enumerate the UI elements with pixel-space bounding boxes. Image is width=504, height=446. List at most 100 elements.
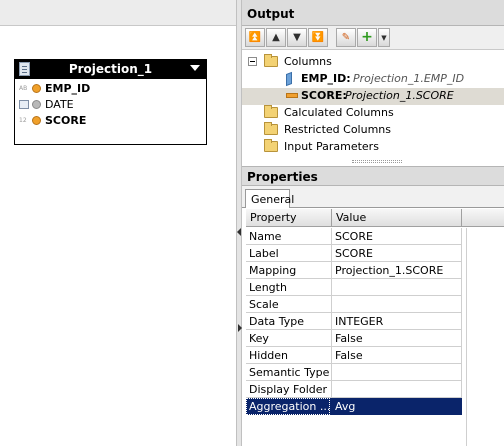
property-value-cell[interactable] xyxy=(332,364,462,381)
property-name-cell[interactable]: Label xyxy=(246,245,332,262)
tree-item-emp-id[interactable]: EMP_ID: Projection_1.EMP_ID xyxy=(242,71,504,88)
property-value-cell[interactable]: False xyxy=(332,330,462,347)
properties-tab-strip: General xyxy=(242,186,504,208)
property-name-cell[interactable]: Hidden xyxy=(246,347,332,364)
property-name-cell[interactable]: Data Type xyxy=(246,313,332,330)
property-value: False xyxy=(335,349,363,362)
property-name: Name xyxy=(249,230,282,243)
property-name-cell[interactable]: Mapping xyxy=(246,262,332,279)
output-tree[interactable]: Columns EMP_ID: Projection_1.EMP_ID SCOR… xyxy=(242,52,504,162)
property-name-cell[interactable]: Semantic Type xyxy=(246,364,332,381)
property-row[interactable]: Name SCORE xyxy=(246,228,462,245)
tab-label: General xyxy=(251,193,295,206)
column-header-label: Value xyxy=(336,211,367,224)
column-name: EMP_ID: xyxy=(301,72,351,85)
node-column-row[interactable]: AB EMP_ID xyxy=(19,81,204,97)
tree-item-restricted-columns[interactable]: Restricted Columns xyxy=(242,122,504,139)
property-value-cell[interactable]: INTEGER xyxy=(332,313,462,330)
property-value: Avg xyxy=(335,400,356,413)
property-row[interactable]: Scale xyxy=(246,296,462,313)
node-column-row[interactable]: DATE xyxy=(19,97,204,113)
property-value-cell[interactable]: Projection_1.SCORE xyxy=(332,262,462,279)
tab-general[interactable]: General xyxy=(245,189,294,208)
property-name-cell[interactable]: Key xyxy=(246,330,332,347)
folder-icon xyxy=(264,122,278,135)
collapse-icon[interactable] xyxy=(248,57,257,66)
property-row[interactable]: Length xyxy=(246,279,462,296)
property-row[interactable]: Data Type INTEGER xyxy=(246,313,462,330)
property-row[interactable]: Semantic Type xyxy=(246,364,462,381)
chevron-down-icon[interactable] xyxy=(190,65,200,71)
grid-right-border xyxy=(466,228,467,446)
property-row[interactable]: Key False xyxy=(246,330,462,347)
folder-icon xyxy=(264,139,278,152)
property-row[interactable]: Hidden False xyxy=(246,347,462,364)
tree-item-calculated-columns[interactable]: Calculated Columns xyxy=(242,105,504,122)
edit-button[interactable]: ✎ xyxy=(336,28,356,47)
property-name: Hidden xyxy=(249,349,289,362)
output-panel-title: Output xyxy=(247,7,295,21)
focus-rectangle xyxy=(246,398,330,415)
property-value-cell[interactable]: False xyxy=(332,347,462,364)
chevron-down-icon: ▼ xyxy=(381,34,387,42)
pencil-icon: ✎ xyxy=(341,32,351,43)
add-dropdown-button[interactable]: ▼ xyxy=(378,28,390,47)
move-down-button[interactable]: ▼ xyxy=(287,28,307,47)
property-value: INTEGER xyxy=(335,315,384,328)
arrow-up-icon: ▲ xyxy=(272,32,280,43)
node-column-label: DATE xyxy=(45,98,74,111)
column-header-filler xyxy=(462,209,504,227)
property-name-cell[interactable]: Scale xyxy=(246,296,332,313)
attribute-bullet-icon xyxy=(32,100,41,109)
panel-resize-grip[interactable] xyxy=(352,160,402,163)
property-name-cell[interactable]: Display Folder xyxy=(246,381,332,398)
collapse-left-icon[interactable] xyxy=(237,228,241,236)
output-panel: Output ⏫ ▲ ▼ ⏬ ✎ + ▼ Columns EMP_ID: Pro… xyxy=(242,0,504,166)
property-value-cell[interactable]: SCORE xyxy=(332,228,462,245)
property-row[interactable]: Display Folder xyxy=(246,381,462,398)
properties-grid[interactable]: Property Value Name SCORE Label SCORE Mappin… xyxy=(246,209,504,446)
tree-item-input-parameters[interactable]: Input Parameters xyxy=(242,139,504,156)
tree-item-columns[interactable]: Columns xyxy=(242,54,504,71)
output-toolbar: ⏫ ▲ ▼ ⏬ ✎ + ▼ xyxy=(242,26,504,50)
column-header-value[interactable]: Value xyxy=(332,209,462,227)
property-name-cell[interactable]: Length xyxy=(246,279,332,296)
type-indicator: AB xyxy=(19,85,28,92)
projection-node-header[interactable]: Projection_1 xyxy=(15,60,206,79)
projection-node[interactable]: Projection_1 AB EMP_ID DATE 12 SCORE xyxy=(14,59,207,145)
property-name-cell[interactable]: Name xyxy=(246,228,332,245)
column-name: SCORE: xyxy=(301,89,347,102)
property-value-cell[interactable] xyxy=(332,279,462,296)
property-value: False xyxy=(335,332,363,345)
node-column-row[interactable]: 12 SCORE xyxy=(19,113,204,129)
add-button[interactable]: + xyxy=(357,28,377,47)
move-up-button[interactable]: ▲ xyxy=(266,28,286,47)
folder-open-icon xyxy=(264,54,278,67)
move-top-button[interactable]: ⏫ xyxy=(245,28,265,47)
folder-icon xyxy=(264,105,278,118)
tree-item-score[interactable]: SCORE: Projection_1.SCORE xyxy=(242,88,504,105)
property-value-cell[interactable] xyxy=(332,381,462,398)
property-row[interactable]: Label SCORE xyxy=(246,245,462,262)
move-bottom-button[interactable]: ⏬ xyxy=(308,28,328,47)
properties-panel-title: Properties xyxy=(247,170,318,184)
canvas-header-bar xyxy=(0,0,236,26)
property-value-cell[interactable]: Avg xyxy=(332,398,462,415)
property-value-cell[interactable] xyxy=(332,296,462,313)
type-indicator: 12 xyxy=(19,117,27,124)
editor-canvas[interactable]: Projection_1 AB EMP_ID DATE 12 SCORE xyxy=(0,0,236,446)
calendar-icon xyxy=(19,100,29,109)
column-header-property[interactable]: Property xyxy=(246,209,332,227)
property-row[interactable]: Aggregation ... Avg xyxy=(246,398,462,415)
property-name: Label xyxy=(249,247,279,260)
tree-item-label: Columns xyxy=(284,55,332,68)
properties-title-bar: Properties xyxy=(242,166,504,186)
property-row[interactable]: Mapping Projection_1.SCORE xyxy=(246,262,462,279)
property-name: Scale xyxy=(249,298,279,311)
measure-icon xyxy=(286,93,298,98)
arrow-down-icon: ▼ xyxy=(293,32,301,43)
property-value-cell[interactable]: SCORE xyxy=(332,245,462,262)
property-name: Mapping xyxy=(249,264,297,277)
measure-bullet-icon xyxy=(32,116,41,125)
property-name: Length xyxy=(249,281,287,294)
